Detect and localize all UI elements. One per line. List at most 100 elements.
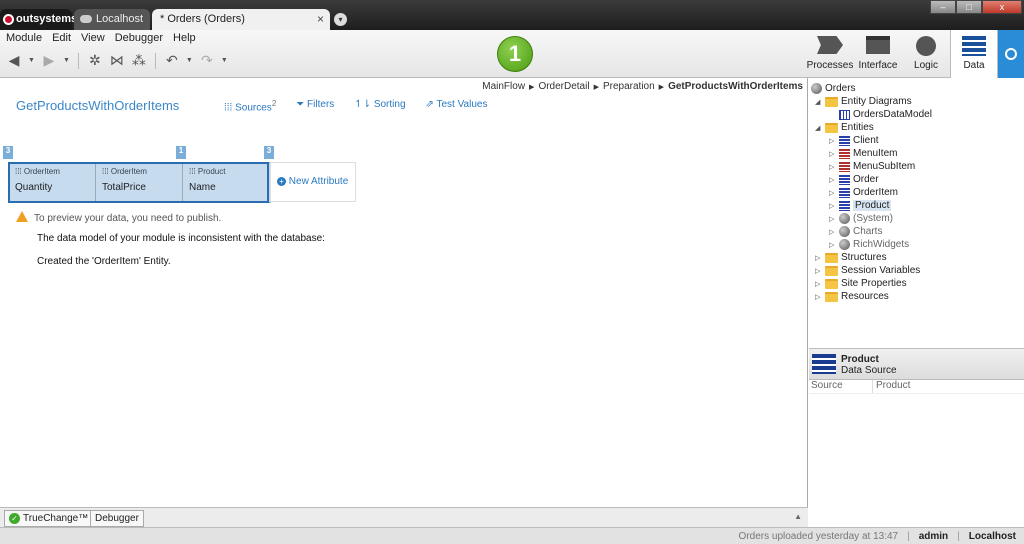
expand-icon[interactable]: ▷: [815, 267, 822, 275]
close-tab-icon[interactable]: ×: [317, 12, 324, 26]
title-bar: outsystems Localhost * Orders (Orders) ×…: [0, 0, 1024, 30]
search-button[interactable]: [998, 30, 1024, 78]
expand-icon[interactable]: ▷: [829, 150, 836, 158]
new-attribute-button[interactable]: + New Attribute: [270, 162, 356, 202]
tab-outsystems[interactable]: outsystems: [0, 9, 77, 30]
minimize-button[interactable]: –: [930, 0, 956, 14]
redo-icon[interactable]: ↷: [199, 52, 215, 69]
expand-icon[interactable]: ▷: [829, 163, 836, 171]
tab-label: Localhost: [96, 13, 144, 25]
undo-icon[interactable]: ↶: [164, 52, 180, 69]
tree-entities[interactable]: ◢ Entities: [815, 121, 874, 134]
tree-label: MenuSubItem: [853, 161, 916, 172]
tree-entity-selected[interactable]: ▷ Product: [829, 199, 892, 212]
output-column[interactable]: ⁞⁞⁞ OrderItem Quantity: [9, 163, 96, 202]
filter-icon: ⏷: [296, 99, 308, 110]
breadcrumb-current: GetProductsWithOrderItems: [668, 81, 803, 92]
tree-entity[interactable]: ▷ MenuSubItem: [829, 160, 915, 173]
menu-module[interactable]: Module: [6, 32, 42, 44]
tree-entity[interactable]: ▷ MenuItem: [829, 147, 897, 160]
redo-dropdown-icon[interactable]: ▼: [221, 57, 228, 64]
tab-debugger[interactable]: Debugger: [90, 510, 144, 527]
expand-icon[interactable]: ▷: [815, 293, 822, 301]
property-name: Source: [809, 380, 873, 393]
references-icon[interactable]: ⋈: [109, 52, 125, 69]
tab-filters[interactable]: ⏷ Filters: [296, 99, 334, 113]
tree-root[interactable]: Orders: [811, 82, 856, 95]
tab-interface[interactable]: Interface: [854, 30, 902, 78]
collapse-icon[interactable]: ◢: [815, 98, 822, 106]
tab-data[interactable]: Data: [950, 30, 998, 78]
maximize-button[interactable]: □: [956, 0, 982, 14]
tab-list-dropdown-icon[interactable]: ▾: [334, 13, 347, 26]
tab-logic[interactable]: Logic: [902, 30, 950, 78]
divider: |: [957, 531, 960, 542]
menu-help[interactable]: Help: [173, 32, 196, 44]
entity-icon: ⁞⁞⁞: [15, 167, 24, 176]
warning-text: To preview your data, you need to publis…: [34, 213, 222, 224]
property-value: Product: [876, 380, 911, 391]
tree-folder[interactable]: ▷ Site Properties: [815, 277, 907, 290]
expand-icon[interactable]: ▷: [829, 202, 836, 210]
tree-label: Orders: [825, 83, 856, 94]
tree-folder[interactable]: ▷ Session Variables: [815, 264, 920, 277]
tree-folder[interactable]: ▷ Structures: [815, 251, 887, 264]
menu-view[interactable]: View: [81, 32, 105, 44]
tree-diagram[interactable]: OrdersDataModel: [839, 108, 932, 121]
tree-reference[interactable]: ▷ Charts: [829, 225, 882, 238]
expand-icon[interactable]: ▷: [829, 189, 836, 197]
tab-localhost[interactable]: Localhost: [74, 9, 150, 30]
server-name[interactable]: Localhost: [969, 531, 1016, 542]
expand-panel-icon[interactable]: ▲: [794, 512, 802, 521]
expand-icon[interactable]: ▷: [829, 241, 836, 249]
tree-entity-diagrams[interactable]: ◢ Entity Diagrams: [815, 95, 912, 108]
expand-icon[interactable]: ▷: [829, 176, 836, 184]
tree-entity[interactable]: ▷ Order: [829, 173, 879, 186]
expand-icon[interactable]: ▷: [815, 254, 822, 262]
back-dropdown-icon[interactable]: ▼: [28, 57, 35, 64]
expand-icon[interactable]: ▷: [815, 280, 822, 288]
breadcrumb-item[interactable]: MainFlow: [482, 81, 525, 92]
warning-icon: [16, 211, 28, 222]
tab-processes[interactable]: Processes: [806, 30, 854, 78]
tree-reference[interactable]: ▷ (System): [829, 212, 893, 225]
output-column[interactable]: ⁞⁞⁞ Product Name: [183, 163, 270, 202]
tab-orders-module[interactable]: * Orders (Orders) ×: [152, 9, 330, 30]
column-marker[interactable]: 3: [3, 146, 13, 159]
folder-icon: [825, 265, 838, 276]
close-button[interactable]: x: [982, 0, 1022, 14]
dependencies-icon[interactable]: ⁂: [131, 52, 147, 69]
user-name[interactable]: admin: [919, 531, 948, 542]
tree-reference[interactable]: ▷ RichWidgets: [829, 238, 909, 251]
bottom-panel-tabs: ✓ TrueChange™ Debugger ▲: [0, 507, 808, 527]
column-marker[interactable]: 3: [264, 146, 274, 159]
tab-sources[interactable]: ⁞⁞⁞ Sources2: [224, 99, 276, 113]
entity-icon: [839, 174, 850, 185]
forward-icon[interactable]: ▶: [41, 52, 57, 69]
tree-entity[interactable]: ▷ OrderItem: [829, 186, 898, 199]
tree-folder[interactable]: ▷ Resources: [815, 290, 889, 303]
expand-icon[interactable]: ▷: [829, 228, 836, 236]
forward-dropdown-icon[interactable]: ▼: [63, 57, 70, 64]
property-row[interactable]: Source Product: [809, 380, 1024, 394]
tab-sorting[interactable]: ↿⇂ Sorting: [354, 99, 405, 113]
tab-test-values[interactable]: ⇗ Test Values: [426, 99, 488, 113]
menu-edit[interactable]: Edit: [52, 32, 71, 44]
column-marker[interactable]: 1: [176, 146, 186, 159]
back-icon[interactable]: ◀: [6, 52, 22, 69]
undo-dropdown-icon[interactable]: ▼: [186, 57, 193, 64]
tree-label: Client: [853, 135, 879, 146]
query-editor: MainFlow ▶ OrderDetail ▶ Preparation ▶ GetP…: [0, 78, 808, 507]
menu-debugger[interactable]: Debugger: [115, 32, 163, 44]
expand-icon[interactable]: ▷: [829, 137, 836, 145]
publish-button[interactable]: 1: [497, 36, 533, 72]
expand-icon[interactable]: ▷: [829, 215, 836, 223]
tree-entity[interactable]: ▷ Client: [829, 134, 879, 147]
tree-label: RichWidgets: [853, 239, 910, 250]
collapse-icon[interactable]: ◢: [815, 124, 822, 132]
breadcrumb-item[interactable]: OrderDetail: [538, 81, 589, 92]
breadcrumb-item[interactable]: Preparation: [603, 81, 655, 92]
tab-truechange[interactable]: ✓ TrueChange™: [4, 510, 94, 527]
output-column[interactable]: ⁞⁞⁞ OrderItem TotalPrice: [96, 163, 183, 202]
settings-icon[interactable]: ✲: [87, 52, 103, 69]
